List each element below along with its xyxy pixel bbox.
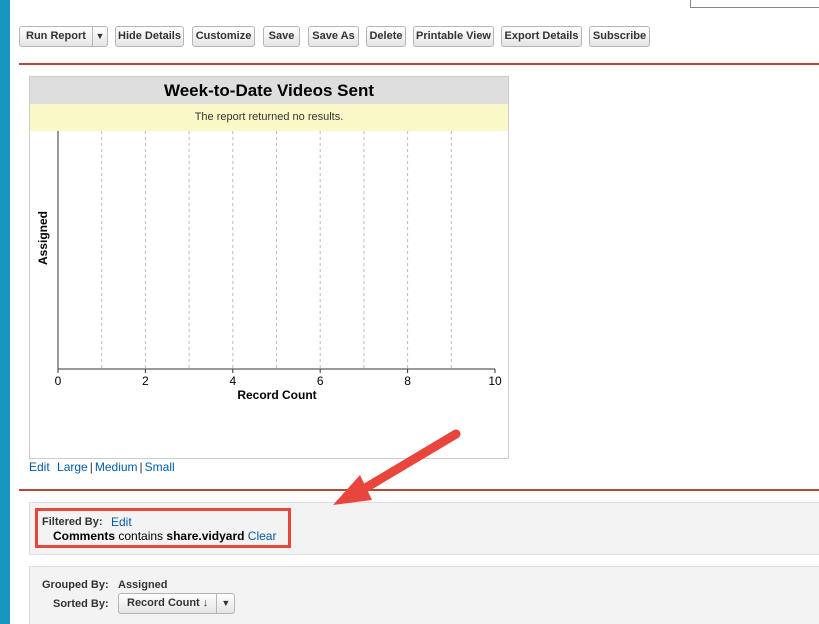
subscribe-button[interactable]: Subscribe [589, 26, 650, 47]
sorted-by-select[interactable]: Record Count ↓ ▼ [118, 593, 236, 614]
hide-details-button[interactable]: Hide Details [115, 26, 184, 47]
sorted-by-value[interactable]: Record Count ↓ [119, 594, 216, 613]
top-input-fragment[interactable] [690, 0, 819, 8]
chart-size-small-link[interactable]: Small [145, 460, 175, 474]
grouped-by-label: Grouped By: [42, 579, 109, 591]
x-tick-label: 6 [317, 374, 324, 388]
x-axis-label: Record Count [237, 388, 316, 402]
x-tick-label: 0 [55, 374, 62, 388]
x-tick-label: 10 [488, 374, 502, 388]
chart-edit-link[interactable]: Edit [29, 460, 50, 474]
x-tick-label: 2 [142, 374, 149, 388]
chart-size-links: Edit Large | Medium | Small [29, 460, 175, 474]
annotation-highlight-box [35, 508, 291, 548]
run-report-label[interactable]: Run Report [20, 27, 92, 46]
customize-button[interactable]: Customize [192, 26, 255, 47]
chart-size-medium-link[interactable]: Medium [95, 460, 138, 474]
chart-size-large-link[interactable]: Large [57, 460, 88, 474]
run-report-button[interactable]: Run Report ▼ [19, 26, 108, 47]
chart-grid [101, 131, 452, 369]
chart-plot: 0 2 4 6 8 10 Record Count Assigned [36, 131, 502, 402]
sorted-by-label: Sorted By: [53, 598, 109, 610]
x-axis-ticks: 0 2 4 6 8 10 [55, 369, 502, 388]
chart-title: Week-to-Date Videos Sent [30, 77, 508, 104]
chart-container: Week-to-Date Videos Sent The report retu… [29, 76, 509, 459]
delete-button[interactable]: Delete [366, 26, 406, 47]
link-separator: | [89, 460, 93, 474]
save-as-button[interactable]: Save As [308, 26, 359, 47]
printable-view-button[interactable]: Printable View [413, 26, 494, 47]
save-button[interactable]: Save [263, 26, 300, 47]
left-edge-bar [0, 0, 10, 624]
no-results-message: The report returned no results. [30, 104, 508, 131]
link-separator: | [139, 460, 143, 474]
x-tick-label: 8 [404, 374, 411, 388]
grouped-by-value: Assigned [118, 579, 168, 591]
export-details-button[interactable]: Export Details [501, 26, 582, 47]
y-axis-label: Assigned [36, 211, 50, 265]
x-tick-label: 4 [229, 374, 236, 388]
chevron-down-icon[interactable]: ▼ [91, 27, 107, 46]
chevron-down-icon[interactable]: ▼ [216, 594, 234, 613]
section-separator-top [19, 63, 819, 65]
section-separator-bottom [19, 489, 819, 491]
